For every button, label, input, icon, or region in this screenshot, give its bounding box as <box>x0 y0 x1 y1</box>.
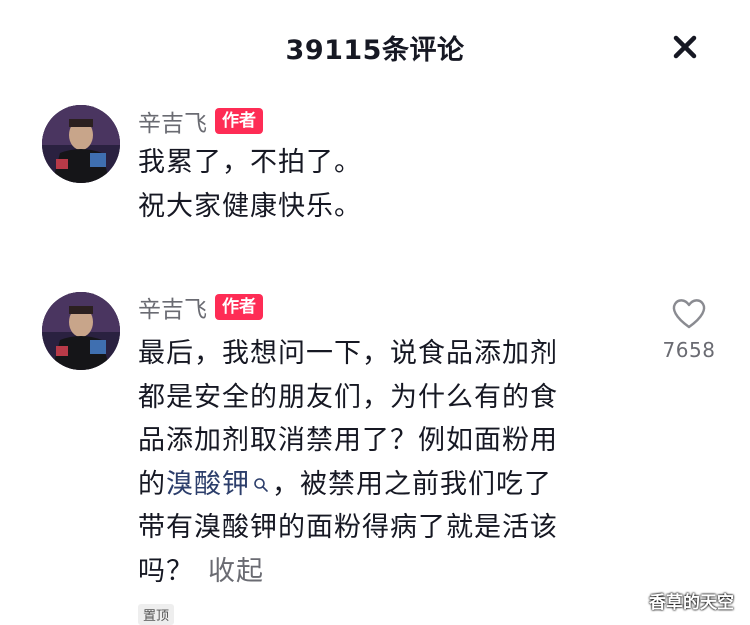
comment-line: 的溴酸钾 ，被禁用之前我们吃了 <box>138 463 558 507</box>
comment-line: 我累了，不拍了。 <box>138 147 362 178</box>
comment-count-title: 39115条评论 <box>285 35 465 66</box>
heart-icon <box>672 299 706 329</box>
line-prefix: 的 <box>138 468 166 500</box>
search-icon <box>254 478 268 492</box>
avatar[interactable] <box>42 292 120 370</box>
author-name[interactable]: 辛吉飞 <box>138 104 207 138</box>
comment-line: 最后，我想问一下，说食品添加剂 <box>138 338 558 369</box>
comment-line: 品添加剂取消禁用了？例如面粉用 <box>138 425 558 456</box>
like-count: 7658 <box>662 338 716 362</box>
comment-line: 都是安全的朋友们，为什么有的食 <box>138 381 558 413</box>
search-keyword-link[interactable]: 溴酸钾 <box>166 469 250 500</box>
comment-line: 吗？ 收起 <box>138 550 558 594</box>
line-text: 吗？ <box>138 555 194 587</box>
author-badge: 作者 <box>215 108 263 134</box>
avatar[interactable] <box>42 105 120 183</box>
comment-text: 最后，我想问一下，说食品添加剂 都是安全的朋友们，为什么有的食 品添加剂取消禁用… <box>138 332 558 593</box>
close-button[interactable] <box>668 30 702 64</box>
watermark: 香草的天空 <box>649 593 734 613</box>
close-icon <box>673 35 697 59</box>
comment-line: 带有溴酸钾的面粉得病了就是活该 <box>138 512 558 543</box>
author-row: 辛吉飞 作者 <box>138 103 263 139</box>
author-badge: 作者 <box>215 294 263 320</box>
comment-line: 祝大家健康快乐。 <box>138 190 362 222</box>
author-row: 辛吉飞 作者 <box>138 289 263 325</box>
collapse-button[interactable]: 收起 <box>208 556 264 587</box>
author-name[interactable]: 辛吉飞 <box>138 290 207 324</box>
comment-text: 我累了，不拍了。 祝大家健康快乐。 <box>138 141 362 228</box>
line-suffix: ，被禁用之前我们吃了 <box>272 468 552 500</box>
comments-header: 39115条评论 <box>0 0 750 92</box>
like-button[interactable] <box>670 296 708 330</box>
